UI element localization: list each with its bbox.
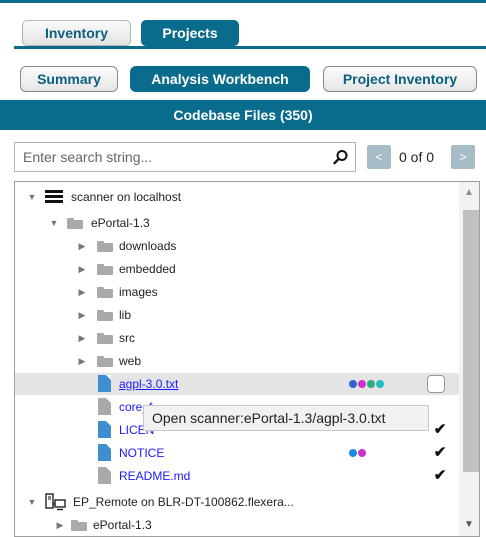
search-box	[14, 142, 356, 172]
remote-label: EP_Remote on BLR-DT-100862.flexera...	[73, 495, 294, 509]
expanded-caret-icon[interactable]: ▼	[27, 491, 37, 513]
tab-analysis-workbench[interactable]: Analysis Workbench	[130, 66, 310, 92]
folder-label: src	[119, 331, 135, 345]
folder-label: embedded	[119, 262, 176, 276]
collapsed-caret-icon[interactable]: ▶	[77, 350, 87, 372]
remote-computer-icon	[45, 493, 66, 511]
search-result-counter: 0 of 0	[399, 149, 435, 165]
file-icon	[98, 375, 111, 392]
expanded-caret-icon[interactable]: ▼	[49, 212, 59, 234]
status-dots	[349, 449, 367, 457]
previous-result-button[interactable]: <	[367, 145, 391, 169]
folder-label: images	[119, 285, 158, 299]
collapsed-caret-icon[interactable]: ▶	[77, 327, 87, 349]
checkmark-icon: ✔	[433, 444, 447, 461]
tab-inventory[interactable]: Inventory	[22, 20, 131, 46]
codebase-files-header: Codebase Files (350)	[0, 100, 486, 130]
tree-node-folder[interactable]: ▶ images	[15, 281, 459, 303]
status-dots	[349, 380, 385, 388]
expanded-caret-icon[interactable]: ▼	[27, 186, 37, 208]
collapsed-caret-icon[interactable]: ▶	[55, 514, 65, 536]
checkmark-icon: ✔	[433, 467, 447, 484]
tree-node-folder[interactable]: ▶ embedded	[15, 258, 459, 280]
top-accent-bar	[0, 0, 486, 3]
status-dot	[358, 380, 366, 388]
primary-tab-bar: Inventory Projects	[14, 9, 486, 49]
file-icon	[98, 467, 111, 484]
folder-icon	[67, 218, 83, 229]
checkmark-icon: ✔	[433, 421, 447, 438]
review-checkbox[interactable]	[427, 375, 445, 393]
tree-node-project[interactable]: ▶ ePortal-1.3	[15, 514, 459, 536]
tree-scrollbar[interactable]: ▲ ▼	[459, 182, 479, 536]
codebase-file-tree: ▼ scanner on localhost ▼ ePortal-1.3 ▶ d…	[14, 181, 480, 537]
server-label: scanner on localhost	[71, 190, 182, 204]
tab-project-inventory[interactable]: Project Inventory	[323, 66, 477, 92]
file-link[interactable]: NOTICE	[119, 442, 164, 464]
server-icon	[45, 190, 63, 204]
collapsed-caret-icon[interactable]: ▶	[77, 304, 87, 326]
folder-icon	[97, 241, 113, 252]
folder-icon	[97, 287, 113, 298]
tab-projects[interactable]: Projects	[141, 20, 239, 46]
tree-node-server[interactable]: ▼ scanner on localhost	[15, 186, 459, 208]
tree-node-folder[interactable]: ▶ src	[15, 327, 459, 349]
project-label: ePortal-1.3	[91, 216, 150, 230]
folder-icon	[71, 520, 87, 531]
tree-node-folder[interactable]: ▶ web	[15, 350, 459, 372]
tree-node-project[interactable]: ▼ ePortal-1.3	[15, 212, 459, 234]
status-dot	[376, 380, 384, 388]
tree-node-file-selected[interactable]: agpl-3.0.txt	[15, 373, 459, 395]
folder-label: web	[119, 354, 142, 368]
folder-icon	[97, 310, 113, 321]
search-icon[interactable]	[333, 149, 349, 165]
file-icon	[98, 421, 111, 438]
collapsed-caret-icon[interactable]: ▶	[77, 281, 87, 303]
secondary-tab-bar: Summary Analysis Workbench Project Inven…	[0, 65, 486, 95]
search-input[interactable]	[15, 143, 315, 171]
scroll-thumb[interactable]	[463, 210, 479, 472]
scroll-down-arrow-icon[interactable]: ▼	[459, 516, 479, 534]
tree-node-folder[interactable]: ▶ lib	[15, 304, 459, 326]
project-label: ePortal-1.3	[93, 518, 152, 532]
scroll-up-arrow-icon[interactable]: ▲	[459, 184, 479, 202]
folder-icon	[97, 333, 113, 344]
folder-label: downloads	[119, 239, 177, 253]
folder-icon	[97, 264, 113, 275]
tree-node-remote[interactable]: ▼ EP_Remote on BLR-DT-100862.flexera...	[15, 491, 459, 513]
tree-node-file[interactable]: NOTICE ✔	[15, 442, 459, 464]
collapsed-caret-icon[interactable]: ▶	[77, 258, 87, 280]
tree-node-folder[interactable]: ▶ downloads	[15, 235, 459, 257]
file-icon	[98, 444, 111, 461]
status-dot	[349, 449, 357, 457]
file-icon	[98, 398, 111, 415]
tree-node-file[interactable]: README.md ✔	[15, 465, 459, 487]
file-link[interactable]: README.md	[119, 465, 190, 487]
next-result-button[interactable]: >	[451, 145, 475, 169]
tab-summary[interactable]: Summary	[20, 66, 118, 92]
folder-label: lib	[119, 308, 132, 322]
file-path-tooltip: Open scanner:ePortal-1.3/agpl-3.0.txt	[143, 405, 429, 431]
collapsed-caret-icon[interactable]: ▶	[77, 235, 87, 257]
file-link[interactable]: agpl-3.0.txt	[119, 373, 178, 395]
status-dot	[358, 449, 366, 457]
status-dot	[367, 380, 375, 388]
folder-icon	[97, 356, 113, 367]
status-dot	[349, 380, 357, 388]
